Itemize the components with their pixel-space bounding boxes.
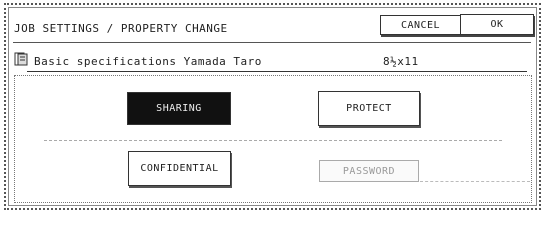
sharing-button[interactable]: SHARING xyxy=(127,92,231,125)
document-icon xyxy=(14,52,28,66)
title-divider xyxy=(13,42,531,43)
protect-button[interactable]: PROTECT xyxy=(318,91,420,126)
password-button[interactable]: PASSWORD xyxy=(319,160,419,182)
password-underline xyxy=(420,181,530,182)
paper-size: 8½x11 xyxy=(383,55,419,68)
cancel-button[interactable]: CANCEL xyxy=(380,15,461,35)
confidential-button[interactable]: CONFIDENTIAL xyxy=(128,151,231,186)
file-name: Basic specifications Yamada Taro xyxy=(34,55,262,68)
ok-button[interactable]: OK xyxy=(460,14,534,35)
file-divider xyxy=(27,71,527,72)
options-panel xyxy=(14,75,532,203)
dialog-title: JOB SETTINGS / PROPERTY CHANGE xyxy=(14,22,228,35)
options-divider xyxy=(44,140,502,141)
